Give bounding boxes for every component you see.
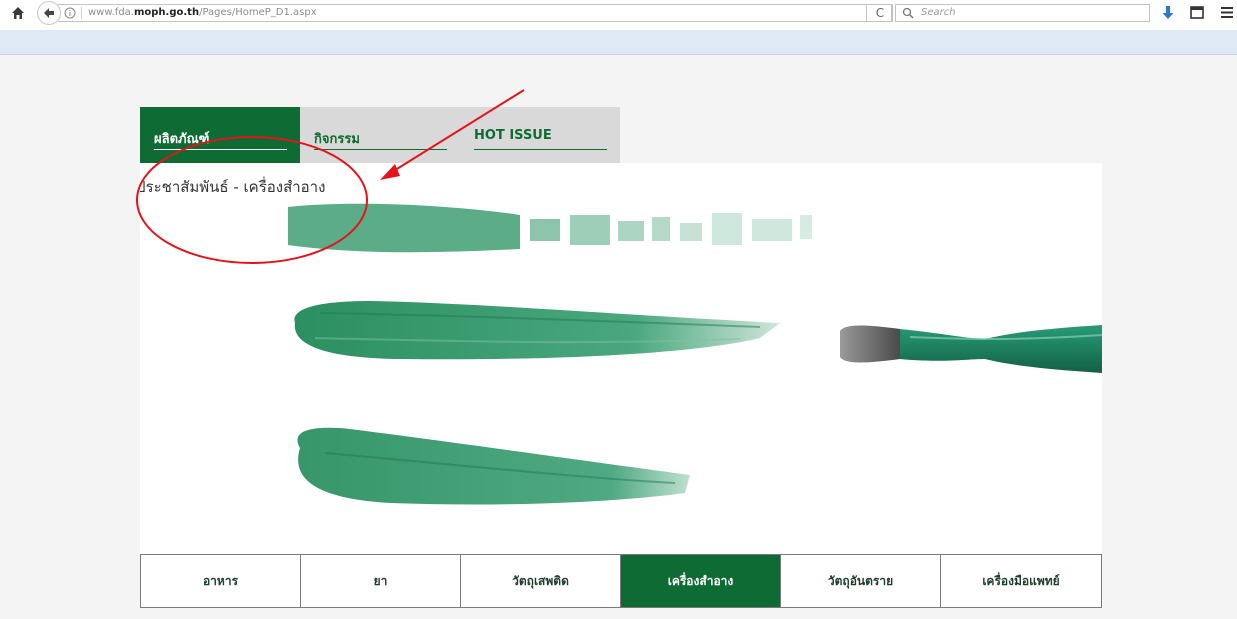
back-button[interactable] <box>37 1 61 25</box>
category-cosmetics-label: เครื่องสำอาง <box>667 574 734 588</box>
category-food-label: อาหาร <box>202 574 239 588</box>
url-separator <box>81 7 82 19</box>
category-food[interactable]: อาหาร <box>141 555 301 607</box>
tab-hot-issue-label: HOT ISSUE <box>474 128 552 143</box>
tab-underline <box>154 149 287 150</box>
reload-icon: C <box>875 6 885 20</box>
tab-products[interactable]: ผลิตภัณฑ์ <box>140 107 300 163</box>
tab-underline <box>314 149 447 150</box>
browser-toolbar: www.fda.moph.go.th/Pages/HomeP_D1.aspx C… <box>0 0 1237 30</box>
hero-image <box>288 203 1102 505</box>
window-icon[interactable] <box>1190 6 1204 19</box>
category-drugs[interactable]: ยา <box>301 555 461 607</box>
url-path: /Pages/HomeP_D1.aspx <box>199 7 317 18</box>
tab-products-label: ผลิตภัณฑ์ <box>154 132 210 147</box>
url-bar[interactable]: www.fda.moph.go.th/Pages/HomeP_D1.aspx <box>58 4 893 22</box>
url-prefix: www.fda. <box>88 7 134 18</box>
category-hazardous-label: วัตถุอันตราย <box>827 574 894 588</box>
paint-stroke-top <box>288 203 812 253</box>
tab-activities[interactable]: กิจกรรม <box>300 107 460 163</box>
section-tabs: ผลิตภัณฑ์ กิจกรรม HOT ISSUE <box>140 107 620 163</box>
category-narcotics[interactable]: วัตถุเสพติด <box>461 555 621 607</box>
search-placeholder: Search <box>921 7 956 18</box>
category-medical-devices[interactable]: เครื่องมือแพทย์ <box>941 555 1101 607</box>
tab-activities-label: กิจกรรม <box>314 132 360 147</box>
back-arrow-icon <box>44 8 54 18</box>
search-icon <box>902 7 914 19</box>
category-hazardous[interactable]: วัตถุอันตราย <box>781 555 941 607</box>
nail-polish-brush <box>840 325 1102 373</box>
category-cosmetics[interactable]: เครื่องสำอาง <box>621 555 781 607</box>
category-drugs-label: ยา <box>373 574 388 588</box>
hero-title: ประชาสัมพันธ์ - เครื่องสำอาง <box>140 178 326 196</box>
category-bar: อาหาร ยา วัตถุเสพติด เครื่องสำอาง วัตถุอ… <box>140 554 1102 608</box>
reload-button[interactable]: C <box>866 4 892 22</box>
category-medical-devices-label: เครื่องมือแพทย์ <box>982 574 1060 588</box>
paint-stroke-bottom <box>297 427 690 505</box>
paint-stroke-middle <box>294 301 780 360</box>
search-box[interactable]: Search <box>895 4 1150 22</box>
tab-hot-issue[interactable]: HOT ISSUE <box>460 107 620 163</box>
browser-secondary-bar <box>0 30 1237 55</box>
home-icon[interactable] <box>11 6 25 20</box>
info-icon[interactable] <box>64 7 76 19</box>
tab-underline <box>474 149 607 150</box>
hamburger-menu-icon[interactable] <box>1220 6 1234 19</box>
category-narcotics-label: วัตถุเสพติด <box>512 574 569 588</box>
download-icon[interactable] <box>1161 5 1175 21</box>
url-domain: moph.go.th <box>133 7 200 18</box>
hero-banner[interactable]: ประชาสัมพันธ์ - เครื่องสำอาง <box>140 163 1102 554</box>
url-text[interactable]: www.fda.moph.go.th/Pages/HomeP_D1.aspx <box>88 5 317 21</box>
